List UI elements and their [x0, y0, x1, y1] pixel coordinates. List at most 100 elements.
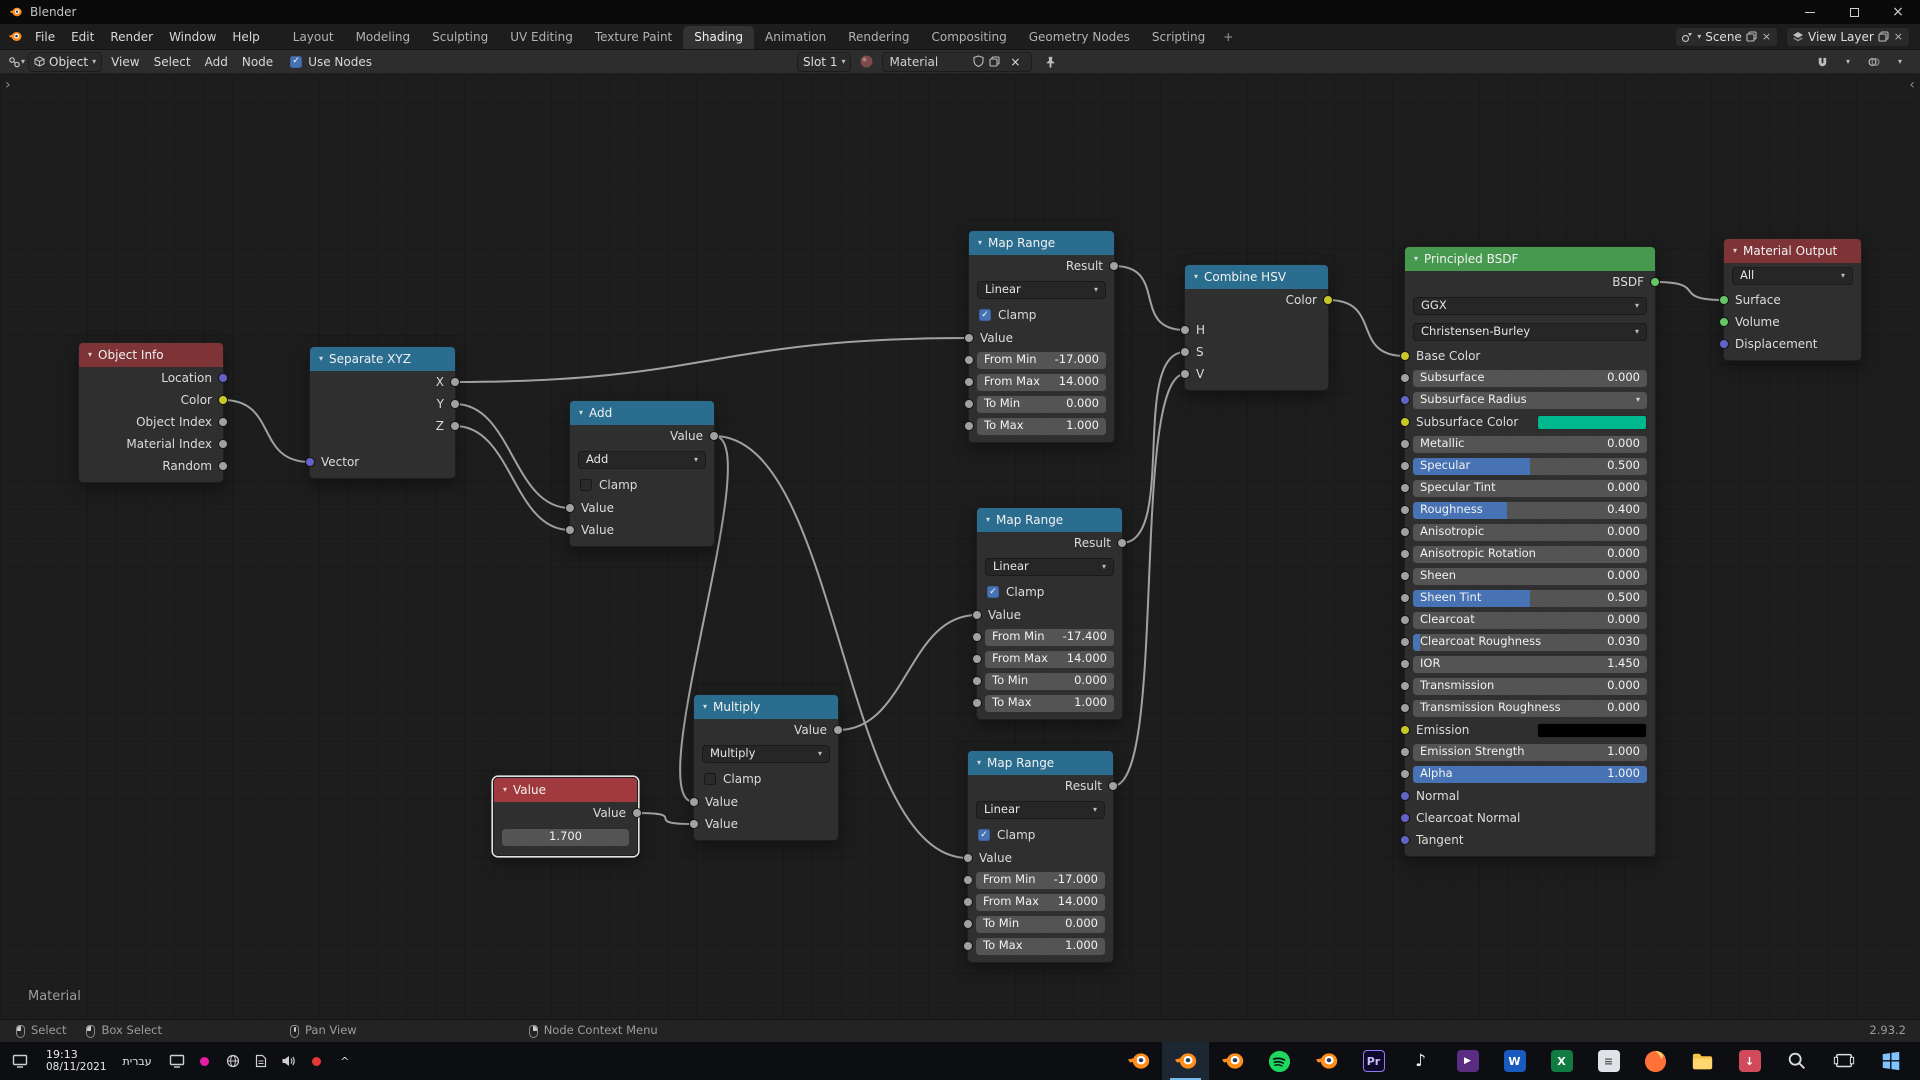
output-socket-y[interactable] — [450, 399, 460, 409]
taskbar-blender-2-icon[interactable] — [1209, 1042, 1256, 1080]
input-socket-emission[interactable] — [1400, 725, 1410, 735]
input-socket-specular[interactable] — [1400, 461, 1410, 471]
field-to-min[interactable]: To Min0.000 — [976, 916, 1105, 933]
taskbar-search-icon[interactable] — [1773, 1042, 1820, 1080]
slider-sheen[interactable]: Sheen0.000 — [1413, 568, 1647, 585]
field-to-max[interactable]: To Max1.000 — [985, 695, 1114, 712]
pin-icon[interactable] — [1040, 52, 1060, 72]
node-header-map-range-3[interactable]: ▾Map Range — [968, 751, 1113, 775]
collapse-arrow-icon[interactable]: ▾ — [703, 703, 707, 711]
taskbar-blender-3-icon[interactable] — [1303, 1042, 1350, 1080]
taskbar-excel-icon[interactable]: X — [1538, 1042, 1585, 1080]
input-socket-to-max[interactable] — [963, 941, 973, 951]
taskbar-folder-icon[interactable] — [1679, 1042, 1726, 1080]
node-link[interactable] — [223, 400, 310, 462]
input-socket-from-max[interactable] — [972, 654, 982, 664]
collapse-arrow-icon[interactable]: ▾ — [88, 351, 92, 359]
input-socket-to-min[interactable] — [963, 919, 973, 929]
overlays-icon[interactable] — [1864, 52, 1884, 72]
node-header-map-range-1[interactable]: ▾Map Range — [969, 231, 1114, 255]
subsurface-method-dropdown[interactable]: Christensen-Burley▾ — [1413, 323, 1647, 341]
node-link[interactable] — [455, 426, 570, 530]
slider-alpha[interactable]: Alpha1.000 — [1413, 766, 1647, 783]
tab-sculpting[interactable]: Sculpting — [421, 26, 499, 49]
checkbox-clamp[interactable]: ✓ — [987, 586, 999, 598]
node-link[interactable] — [1114, 266, 1185, 330]
input-socket-vector[interactable] — [305, 457, 315, 467]
field-from-max[interactable]: From Max14.000 — [985, 651, 1114, 668]
input-socket-ior[interactable] — [1400, 659, 1410, 669]
tray-globe-icon[interactable] — [224, 1052, 242, 1070]
output-socket-bsdf[interactable] — [1650, 277, 1660, 287]
input-socket-tangent[interactable] — [1400, 835, 1410, 845]
new-scene-icon[interactable] — [1746, 31, 1757, 42]
taskbar-clock[interactable]: 19:13 08/11/2021 — [40, 1042, 113, 1080]
taskbar-firefox-icon[interactable] — [1632, 1042, 1679, 1080]
field-to-min[interactable]: To Min0.000 — [985, 673, 1114, 690]
fake-user-shield-icon[interactable] — [973, 55, 984, 69]
node-header-map-range-2[interactable]: ▾Map Range — [977, 508, 1122, 532]
output-socket-result[interactable] — [1117, 538, 1127, 548]
vector-subsurface-radius[interactable]: Subsurface Radius▾ — [1413, 392, 1647, 409]
input-socket-metallic[interactable] — [1400, 439, 1410, 449]
distribution-dropdown[interactable]: GGX▾ — [1413, 297, 1647, 315]
input-socket-emission-strength[interactable] — [1400, 747, 1410, 757]
taskbar-notes-icon[interactable]: ≡ — [1585, 1042, 1632, 1080]
slider-transmission-roughness[interactable]: Transmission Roughness0.000 — [1413, 700, 1647, 717]
unlink-scene-icon[interactable]: × — [1761, 31, 1772, 42]
input-socket-from-min[interactable] — [972, 632, 982, 642]
editor-menu-add[interactable]: Add — [198, 52, 235, 72]
output-socket-value[interactable] — [709, 431, 719, 441]
tray-document-icon[interactable] — [252, 1052, 270, 1070]
tray-notification-icon[interactable] — [308, 1052, 326, 1070]
input-socket-value[interactable] — [963, 853, 973, 863]
tab-shading[interactable]: Shading — [683, 26, 754, 49]
output-socket-color[interactable] — [1323, 295, 1333, 305]
slider-anisotropic-rotation[interactable]: Anisotropic Rotation0.000 — [1413, 546, 1647, 563]
menu-file[interactable]: File — [27, 26, 63, 48]
sidebar-expand-arrow[interactable]: ‹ — [1909, 78, 1915, 92]
collapse-arrow-icon[interactable]: ▾ — [986, 516, 990, 524]
operation-dropdown[interactable]: Multiply▾ — [702, 745, 830, 763]
use-nodes-toggle[interactable]: ✓ Use Nodes — [290, 56, 372, 68]
taskbar-installer-icon[interactable]: ↓ — [1726, 1042, 1773, 1080]
target-dropdown[interactable]: All▾ — [1732, 267, 1853, 285]
node-principled[interactable]: ▾Principled BSDFBSDFGGX▾Christensen-Burl… — [1404, 246, 1656, 857]
editor-menu-select[interactable]: Select — [147, 52, 198, 72]
taskbar-start-icon[interactable] — [1867, 1042, 1914, 1080]
maximize-button[interactable] — [1832, 0, 1876, 24]
input-socket-alpha[interactable] — [1400, 769, 1410, 779]
tab-scripting[interactable]: Scripting — [1141, 26, 1216, 49]
input-socket-h[interactable] — [1180, 325, 1190, 335]
field-from-min[interactable]: From Min-17.000 — [977, 352, 1106, 369]
taskbar-blender-active-icon[interactable] — [1162, 1042, 1209, 1080]
taskbar-media-player-icon[interactable]: ▶ — [1444, 1042, 1491, 1080]
toolbar-expand-arrow[interactable]: › — [5, 78, 11, 92]
field-from-min[interactable]: From Min-17.000 — [976, 872, 1105, 889]
input-socket-normal[interactable] — [1400, 791, 1410, 801]
input-socket-value[interactable] — [689, 797, 699, 807]
input-socket-subsurface-radius[interactable] — [1400, 395, 1410, 405]
menu-help[interactable]: Help — [224, 26, 267, 48]
slider-anisotropic[interactable]: Anisotropic0.000 — [1413, 524, 1647, 541]
node-link[interactable] — [637, 813, 694, 824]
input-socket-from-max[interactable] — [964, 377, 974, 387]
tray-chevron-up-icon[interactable]: ^ — [336, 1052, 354, 1070]
field-from-max[interactable]: From Max14.000 — [976, 894, 1105, 911]
value-field[interactable]: 1.700 — [502, 829, 629, 846]
output-socket-value[interactable] — [833, 725, 843, 735]
material-preview-icon[interactable] — [859, 54, 874, 71]
menu-window[interactable]: Window — [161, 26, 224, 48]
output-socket-result[interactable] — [1108, 781, 1118, 791]
slider-metallic[interactable]: Metallic0.000 — [1413, 436, 1647, 453]
taskbar-music-icon[interactable]: ♪ — [1397, 1042, 1444, 1080]
output-socket-random[interactable] — [218, 461, 228, 471]
operation-dropdown[interactable]: Add▾ — [578, 451, 706, 469]
checkbox-clamp[interactable]: ✓ — [978, 829, 990, 841]
node-map-range-2[interactable]: ▾Map RangeResultLinear▾✓ClampValueFrom M… — [976, 507, 1123, 720]
input-socket-roughness[interactable] — [1400, 505, 1410, 515]
node-object-info[interactable]: ▾Object InfoLocationColorObject IndexMat… — [78, 342, 224, 483]
slider-sheen-tint[interactable]: Sheen Tint0.500 — [1413, 590, 1647, 607]
remove-view-layer-icon[interactable]: × — [1893, 31, 1904, 42]
blender-app-menu[interactable] — [8, 29, 23, 44]
